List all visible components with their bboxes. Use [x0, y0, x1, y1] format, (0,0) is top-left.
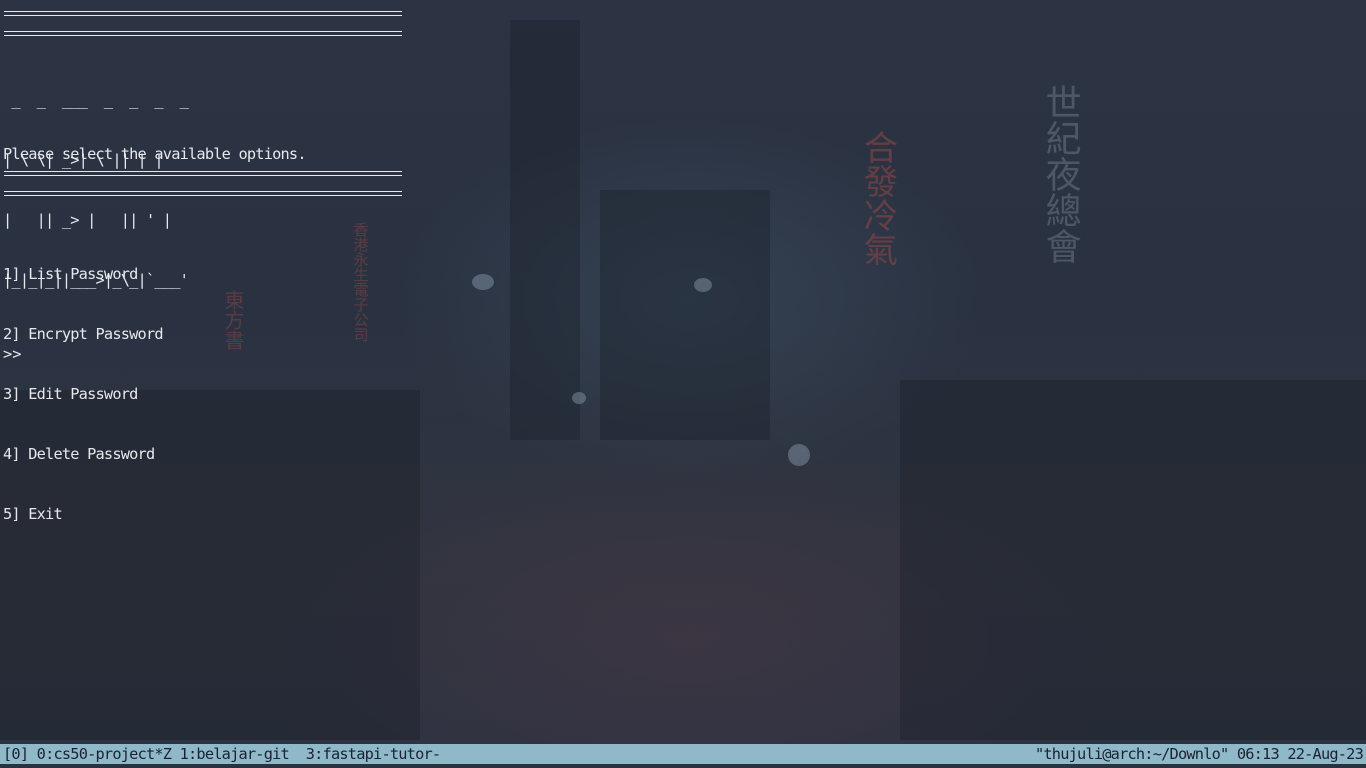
- divider-rule: [4, 11, 402, 16]
- desktop-wallpaper: 世紀夜總會 合發冷氣 香港永生電子公司 東方書: [0, 0, 1366, 768]
- host-title: "thujuli@arch:~/Downlo": [1034, 745, 1229, 763]
- wallpaper-sign-vertical-red: 合發冷氣: [857, 130, 898, 266]
- divider-rule: [4, 171, 402, 176]
- menu-item-encrypt-password: 2] Encrypt Password: [3, 325, 164, 343]
- menu-item-exit: 5] Exit: [3, 505, 63, 523]
- tmux-status-bar: [0] 0:cs50-project*Z 1:belajar-git 3:fas…: [0, 744, 1366, 764]
- input-prompt[interactable]: >>: [3, 344, 21, 364]
- wallpaper-sign-vertical-grey: 世紀夜總會: [1039, 84, 1081, 264]
- bottom-strip: [0, 764, 1366, 768]
- ascii-logo-line: _ _ ___ _ _ _ _: [3, 91, 189, 109]
- divider-rule: [4, 191, 402, 196]
- wallpaper-tower: [510, 20, 580, 440]
- menu-list: 1] List Password 2] Encrypt Password 3] …: [3, 224, 164, 544]
- status-left: [0] 0:cs50-project*Z 1:belajar-git 3:fas…: [3, 744, 441, 764]
- clock-date: 22-Aug-23: [1287, 745, 1363, 763]
- menu-item-list-password: 1] List Password: [3, 265, 138, 283]
- wallpaper-sign-vertical-small: 香港永生電子公司: [351, 222, 370, 342]
- wallpaper-light: [472, 274, 494, 290]
- window-list[interactable]: 0:cs50-project*Z 1:belajar-git 3:fastapi…: [37, 745, 441, 763]
- menu-item-delete-password: 4] Delete Password: [3, 445, 155, 463]
- clock-time: 06:13: [1236, 745, 1280, 763]
- menu-item-edit-password: 3] Edit Password: [3, 385, 138, 403]
- session-index: [0]: [3, 745, 29, 763]
- wallpaper-tower-center: [600, 190, 770, 440]
- wallpaper-building-right: [900, 380, 1366, 740]
- wallpaper-sign-vertical-left: 東方書: [221, 290, 245, 350]
- instruction-text: Please select the available options.: [3, 145, 307, 163]
- divider-rule: [4, 31, 402, 36]
- status-right: "thujuli@arch:~/Downlo" 06:13 22-Aug-23: [1034, 744, 1364, 764]
- wallpaper-light: [572, 392, 586, 404]
- wallpaper-light: [788, 444, 810, 466]
- wallpaper-light: [694, 278, 712, 292]
